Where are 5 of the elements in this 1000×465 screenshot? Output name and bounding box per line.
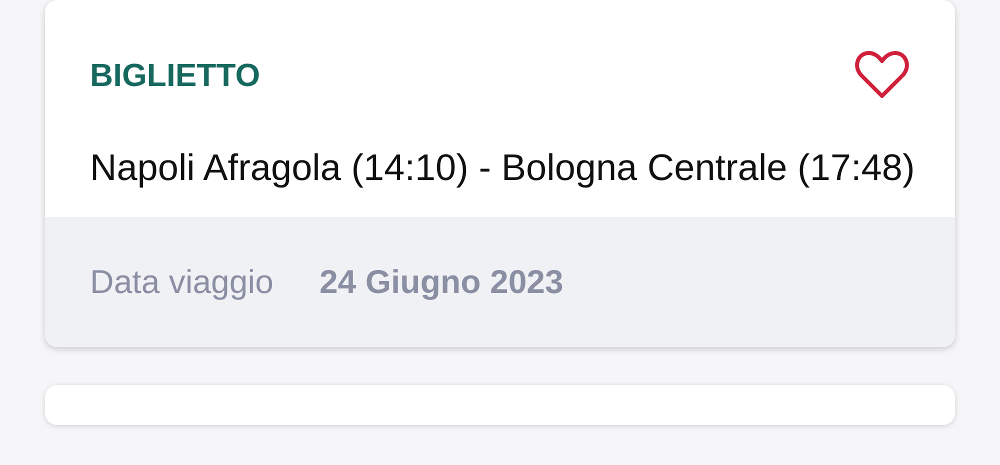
date-label: Data viaggio: [90, 263, 274, 301]
ticket-label: BIGLIETTO: [90, 56, 260, 94]
heart-icon[interactable]: [854, 50, 910, 100]
route-title: Napoli Afragola (14:10) - Bologna Centrale (17:48): [90, 146, 916, 190]
travel-date: 24 Giugno 2023: [319, 263, 564, 301]
